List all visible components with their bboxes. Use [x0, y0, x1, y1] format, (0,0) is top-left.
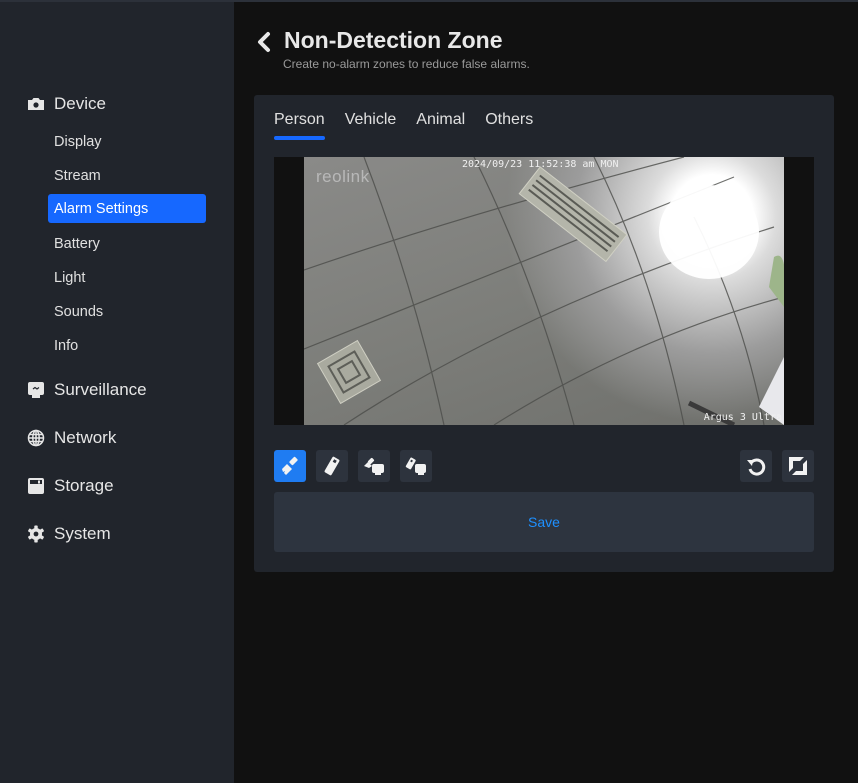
brush-all-icon	[364, 457, 384, 475]
tab-others[interactable]: Others	[485, 111, 533, 137]
camera-icon	[26, 94, 46, 114]
reolink-logo: reolink	[316, 167, 370, 186]
sidebar-group-network[interactable]: Network	[26, 426, 116, 450]
sidebar-group-storage[interactable]: Storage	[26, 474, 114, 498]
eraser-button[interactable]	[316, 450, 348, 482]
sidebar-group-label: Surveillance	[54, 380, 147, 399]
chevron-left-icon	[258, 32, 270, 52]
sidebar: Device Display Stream Alarm Settings Bat…	[0, 2, 234, 783]
sidebar-group-device[interactable]: Device	[26, 92, 106, 116]
reset-icon	[747, 458, 766, 476]
globe-icon	[26, 428, 46, 448]
eraser-icon	[324, 456, 340, 476]
back-button[interactable]	[254, 30, 274, 54]
brush-all-button[interactable]	[358, 450, 390, 482]
zone-actions-toolbar	[740, 450, 814, 482]
sidebar-group-label: Storage	[54, 476, 114, 495]
tab-person[interactable]: Person	[274, 111, 325, 140]
erase-all-button[interactable]	[400, 450, 432, 482]
invert-button[interactable]	[782, 450, 814, 482]
sidebar-group-surveillance[interactable]: Surveillance	[26, 378, 147, 402]
save-button[interactable]: Save	[274, 492, 814, 552]
sidebar-item-display[interactable]: Display	[48, 127, 206, 156]
sidebar-group-label: System	[54, 524, 111, 543]
monitor-icon	[26, 380, 46, 400]
ceiling-image	[304, 157, 784, 425]
brush-button[interactable]	[274, 450, 306, 482]
sidebar-item-sounds[interactable]: Sounds	[48, 297, 206, 326]
sidebar-item-info[interactable]: Info	[48, 331, 206, 360]
sidebar-group-system[interactable]: System	[26, 522, 111, 546]
storage-icon	[26, 476, 46, 496]
camera-preview[interactable]: 2024/09/23 11:52:38 am MON reolink Argus…	[274, 157, 814, 425]
gear-icon	[26, 524, 46, 544]
sidebar-item-stream[interactable]: Stream	[48, 161, 206, 190]
page-subtitle: Create no-alarm zones to reduce false al…	[283, 57, 530, 71]
invert-icon	[789, 457, 807, 475]
tab-animal[interactable]: Animal	[416, 111, 465, 137]
camera-model-label: Argus 3 Ultra	[703, 412, 782, 423]
sidebar-item-alarm-settings[interactable]: Alarm Settings	[48, 194, 206, 223]
sidebar-group-label: Network	[54, 428, 117, 447]
brush-icon	[282, 456, 298, 475]
video-timestamp: 2024/09/23 11:52:38 am MON	[462, 159, 619, 170]
detection-type-tabs: Person Vehicle Animal Others	[274, 111, 553, 140]
camera-frame[interactable]: 2024/09/23 11:52:38 am MON reolink Argus…	[304, 157, 784, 425]
reset-button[interactable]	[740, 450, 772, 482]
draw-toolbar	[274, 450, 442, 482]
erase-all-icon	[405, 457, 426, 475]
sidebar-group-label: Device	[54, 94, 106, 113]
tab-vehicle[interactable]: Vehicle	[345, 111, 397, 137]
sidebar-item-battery[interactable]: Battery	[48, 229, 206, 258]
page-title: Non-Detection Zone	[284, 27, 503, 53]
sidebar-item-light[interactable]: Light	[48, 263, 206, 292]
